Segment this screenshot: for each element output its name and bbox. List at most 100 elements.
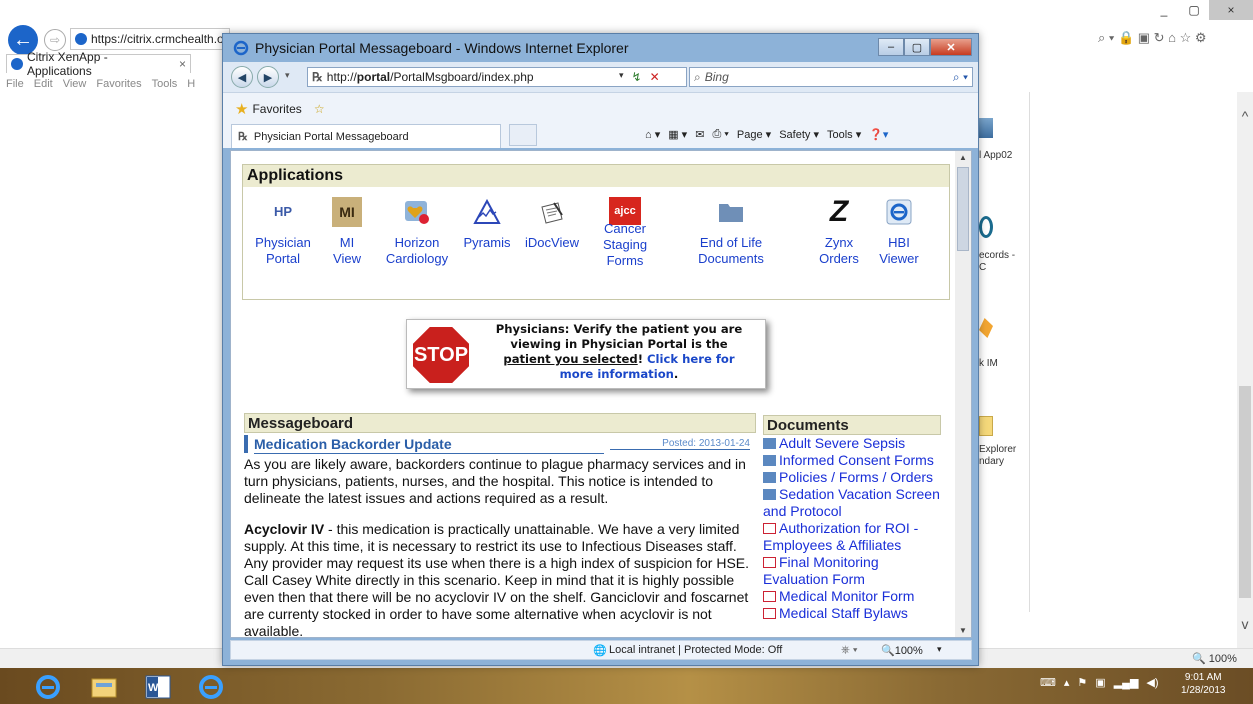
message-body: As you are likely aware, backorders cont… (244, 456, 756, 637)
taskbar-word-button[interactable]: W (136, 673, 180, 701)
outer-tab[interactable]: Citrix XenApp - Applications × (6, 50, 191, 78)
menu-file[interactable]: File (6, 78, 24, 90)
inner-back-button[interactable]: ◀ (231, 66, 253, 88)
stop-icon[interactable]: ✕ (650, 70, 660, 84)
taskbar-ie-window-button[interactable] (189, 673, 233, 701)
taskbar-explorer-button[interactable] (82, 673, 126, 701)
tab-close-icon[interactable]: × (179, 57, 186, 71)
outer-toolbar-icons[interactable]: ⌕ ▾ 🔒 ▣ ↻ ⌂ ☆ ⚙ (1098, 30, 1207, 46)
app-zynx-orders[interactable]: Z Zynx Orders (811, 191, 867, 267)
zone-text: Local intranet | Protected Mode: Off (609, 644, 783, 656)
tools-menu[interactable]: Tools ▾ (827, 128, 861, 141)
minimize-button[interactable]: _ (1149, 0, 1179, 20)
document-link[interactable]: Authorization for ROI - Employees & Affi… (763, 520, 941, 554)
system-tray: ⌨ ▴ ⚑ ▣ ▂▄▆ ◀) (1040, 676, 1159, 689)
menu-help[interactable]: H (187, 78, 195, 90)
folder-icon (763, 455, 776, 466)
document-link[interactable]: Policies / Forms / Orders (763, 469, 941, 486)
app-label: Physician (255, 235, 311, 250)
new-tab-button[interactable] (509, 124, 537, 146)
forward-button[interactable]: ⇨ (44, 29, 66, 51)
taskbar-clock[interactable]: 9:01 AM 1/28/2013 (1181, 671, 1226, 697)
security-icon[interactable]: ⎈ ▾ (841, 644, 857, 657)
flag-icon[interactable]: ⚑ (1077, 676, 1087, 689)
page-scrollbar[interactable]: ▲ ▼ (955, 151, 971, 637)
app-icon[interactable] (979, 118, 993, 138)
print-icon[interactable]: ⎙ ▾ (712, 128, 728, 141)
scroll-thumb[interactable] (1239, 386, 1251, 598)
partial-app-column (975, 92, 1030, 612)
home-icon[interactable]: ⌂ ▾ (645, 128, 660, 141)
app-cancer-staging-forms[interactable]: ajcc Cancer Staging Forms (595, 191, 655, 269)
document-link[interactable]: Medical Staff Bylaws (763, 605, 941, 622)
outer-scrollbar[interactable]: ^ v (1237, 92, 1253, 648)
document-link[interactable]: Adult Severe Sepsis (763, 435, 941, 452)
inner-tab[interactable]: ℞ Physician Portal Messageboard (231, 124, 501, 148)
taskbar-ie-button[interactable] (26, 673, 70, 701)
volume-icon[interactable]: ◀) (1146, 676, 1158, 689)
network-icon[interactable]: ▂▄▆ (1114, 676, 1139, 689)
document-link[interactable]: Medical Monitor Form (763, 588, 941, 605)
app-physician-portal[interactable]: HP Physician Portal (247, 191, 319, 267)
menu-view[interactable]: View (63, 78, 87, 90)
safety-menu[interactable]: Safety ▾ (779, 128, 819, 141)
scroll-down-icon[interactable]: v (1237, 616, 1253, 632)
folder-icon[interactable] (979, 416, 993, 436)
more-info-link[interactable]: Click here for (647, 352, 735, 366)
outer-zoom-level[interactable]: 🔍 100% (1192, 652, 1237, 665)
close-button[interactable]: × (1209, 0, 1253, 20)
app-mi-view[interactable]: MI MI View (321, 191, 373, 267)
app-label: End of Life (699, 235, 763, 250)
address-dropdown-icon[interactable]: ▾ (619, 70, 624, 84)
scroll-down-icon[interactable]: ▼ (955, 626, 971, 635)
app-label: iDocView (525, 235, 579, 250)
more-info-link[interactable]: more information (560, 367, 674, 381)
patient-verify-notice[interactable]: STOP Physicians: Verify the patient you … (406, 319, 766, 389)
inner-maximize-button[interactable]: ▢ (904, 38, 930, 56)
side-label: ndary (979, 456, 1005, 467)
menu-favorites[interactable]: Favorites (96, 78, 141, 90)
outer-toolbar-glyphs[interactable]: ⌕ ▾ 🔒 ▣ ↻ ⌂ ☆ ⚙ (1098, 30, 1207, 46)
app-hbi-viewer[interactable]: HBI Viewer (871, 191, 927, 267)
menu-tools[interactable]: Tools (152, 78, 178, 90)
tray-up-icon[interactable]: ▴ (1064, 676, 1070, 689)
side-label: C (979, 262, 987, 273)
zoom-dropdown-icon[interactable]: ▾ (937, 644, 942, 655)
document-link[interactable]: Sedation Vacation Screen and Protocol (763, 486, 941, 520)
search-box[interactable]: ⌕ Bing ⌕ ▾ (689, 67, 973, 87)
app-icon[interactable] (979, 216, 993, 238)
favorites-button[interactable]: ★ Favorites ☆ (235, 100, 325, 118)
app-idocview[interactable]: iDocView (517, 191, 587, 251)
add-favorite-icon[interactable]: ☆ (314, 102, 325, 116)
scroll-up-icon[interactable]: ▲ (955, 153, 971, 162)
outer-url-text: https://citrix.crmchealth.o (91, 32, 224, 46)
message-title[interactable]: Medication Backorder Update (254, 435, 604, 454)
app-end-of-life-documents[interactable]: End of Life Documents (691, 191, 771, 267)
document-link[interactable]: Final Monitoring Evaluation Form (763, 554, 941, 588)
keyboard-icon[interactable]: ⌨ (1040, 676, 1056, 689)
page-menu[interactable]: Page ▾ (737, 128, 771, 141)
scroll-thumb[interactable] (957, 167, 969, 251)
mail-icon[interactable]: ✉ (695, 128, 704, 141)
outer-address-bar[interactable]: https://citrix.crmchealth.o (70, 28, 230, 50)
scroll-up-icon[interactable]: ^ (1237, 108, 1253, 124)
feeds-icon[interactable]: ▦ ▾ (668, 128, 687, 141)
app-label: Viewer (879, 251, 919, 266)
display-icon[interactable]: ▣ (1095, 676, 1105, 689)
notice-line: Physicians: Verify the patient you are (495, 322, 743, 336)
restore-button[interactable]: ▢ (1179, 0, 1209, 20)
refresh-icon[interactable]: ↯ (632, 70, 642, 84)
app-horizon-cardiology[interactable]: Horizon Cardiology (381, 191, 453, 267)
recent-pages-icon[interactable]: ▾ (285, 70, 290, 81)
inner-zoom-level[interactable]: 🔍100% (881, 644, 923, 657)
app-pyramis[interactable]: Pyramis (459, 191, 515, 251)
menu-edit[interactable]: Edit (34, 78, 53, 90)
document-label: Final Monitoring Evaluation Form (763, 554, 879, 587)
inner-close-button[interactable]: ✕ (930, 38, 972, 56)
help-icon[interactable]: ❓▾ (869, 128, 888, 141)
side-label: ecords - (979, 250, 1016, 261)
document-link[interactable]: Informed Consent Forms (763, 452, 941, 469)
search-icon[interactable]: ⌕ ▾ (953, 70, 968, 85)
inner-forward-button[interactable]: ▶ (257, 66, 279, 88)
inner-minimize-button[interactable]: – (878, 38, 904, 56)
